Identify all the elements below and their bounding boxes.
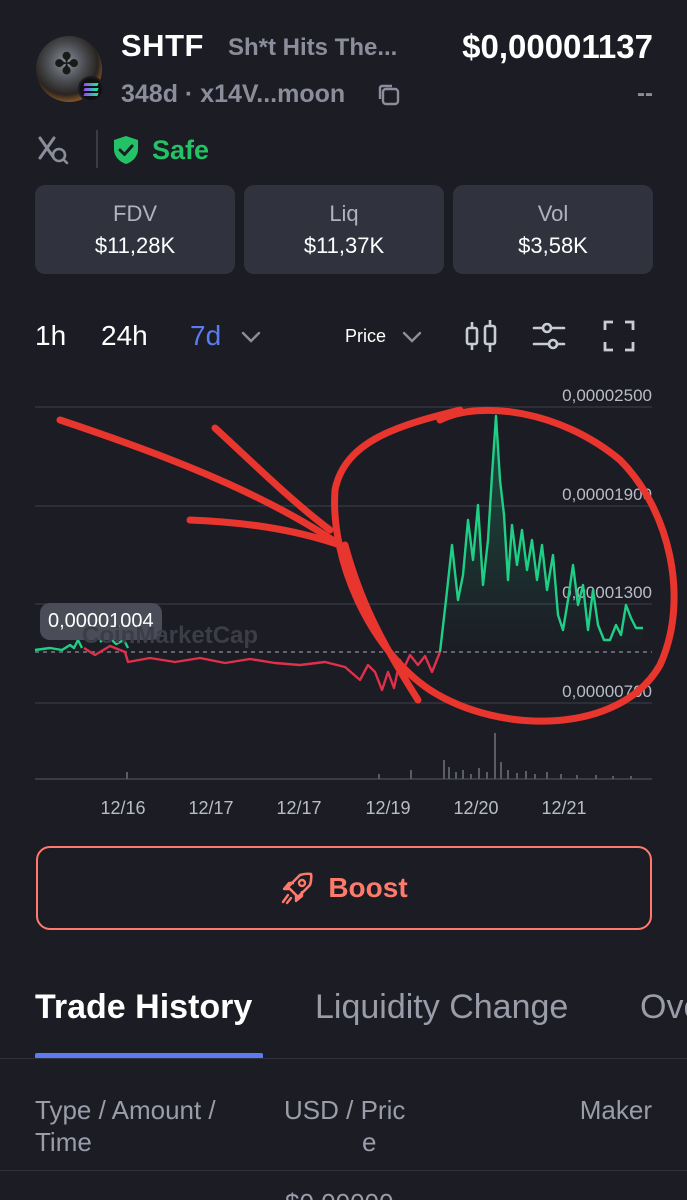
boost-button[interactable]: Boost	[36, 846, 652, 930]
x-tick-label: 12/19	[365, 798, 410, 818]
annotation-drawing	[56, 406, 678, 725]
token-age-address: 348d · x14V...moon	[121, 80, 346, 108]
column-header-line: e	[362, 1127, 377, 1157]
stat-label: FDV	[113, 201, 157, 226]
stat-value: $11,28K	[94, 233, 176, 258]
x-search-icon[interactable]	[36, 134, 70, 166]
x-tick-label: 12/16	[100, 798, 145, 818]
column-header-line: USD / Pric	[284, 1095, 406, 1125]
settings-sliders-icon[interactable]	[531, 318, 567, 354]
stat-label: Liq	[329, 201, 359, 226]
token-price: $0,00001137	[462, 28, 653, 65]
x-tick-label: 12/17	[276, 798, 321, 818]
x-tick-label: 12/20	[453, 798, 498, 818]
stat-fdv: FDV $11,28K	[35, 185, 235, 274]
boost-label: Boost	[328, 872, 408, 903]
price-line-up	[34, 638, 84, 652]
timeframe-24h[interactable]: 24h	[101, 320, 148, 352]
shield-check-icon	[114, 136, 138, 164]
fan-icon: ✤	[54, 47, 80, 82]
x-tick-label: 12/21	[541, 798, 586, 818]
price-toggle[interactable]: Price	[345, 326, 386, 347]
column-header-line: Time	[35, 1127, 92, 1157]
stat-vol: Vol $3,58K	[453, 185, 653, 274]
table-row-partial[interactable]: $0.00000	[285, 1188, 393, 1200]
solana-chain-icon	[78, 76, 104, 102]
token-full-name: Sh*t Hits The...	[228, 34, 398, 61]
timeframe-1h[interactable]: 1h	[35, 320, 66, 352]
tab-overview[interactable]: Ove	[640, 988, 687, 1027]
column-header-maker[interactable]: Maker	[580, 1094, 652, 1126]
chevron-down-icon[interactable]	[401, 330, 423, 344]
copy-icon[interactable]	[376, 82, 402, 108]
stat-value: $3,58K	[518, 233, 588, 258]
safety-status: Safe	[152, 135, 210, 165]
chart-watermark: CoinMarketCap	[82, 622, 259, 649]
x-tick-label: 12/17	[188, 798, 233, 818]
header-divider	[96, 130, 98, 168]
tab-divider	[0, 1058, 687, 1059]
token-symbol: SHTF	[121, 28, 204, 63]
column-header-usd[interactable]: USD / Pric e	[284, 1094, 405, 1158]
volume-bars	[126, 733, 632, 779]
candlestick-icon[interactable]	[463, 318, 499, 354]
expand-icon[interactable]	[601, 318, 637, 354]
row-divider	[0, 1170, 687, 1171]
stat-value: $11,37K	[303, 233, 385, 258]
price-change: --	[637, 80, 653, 107]
tab-trade-history[interactable]: Trade History	[35, 988, 252, 1027]
column-header-type[interactable]: Type / Amount / Time	[35, 1094, 216, 1158]
tab-liquidity-change[interactable]: Liquidity Change	[315, 988, 568, 1027]
rocket-icon	[282, 872, 313, 905]
chevron-down-icon[interactable]	[240, 330, 262, 344]
column-header-line: Type / Amount /	[35, 1095, 216, 1125]
timeframe-7d[interactable]: 7d	[190, 320, 221, 352]
y-tick-label: 0,00002500	[562, 386, 652, 405]
annotation-arrow	[211, 424, 334, 534]
annotation-arrow	[56, 416, 344, 549]
stat-liq: Liq $11,37K	[244, 185, 444, 274]
stat-label: Vol	[537, 201, 569, 226]
